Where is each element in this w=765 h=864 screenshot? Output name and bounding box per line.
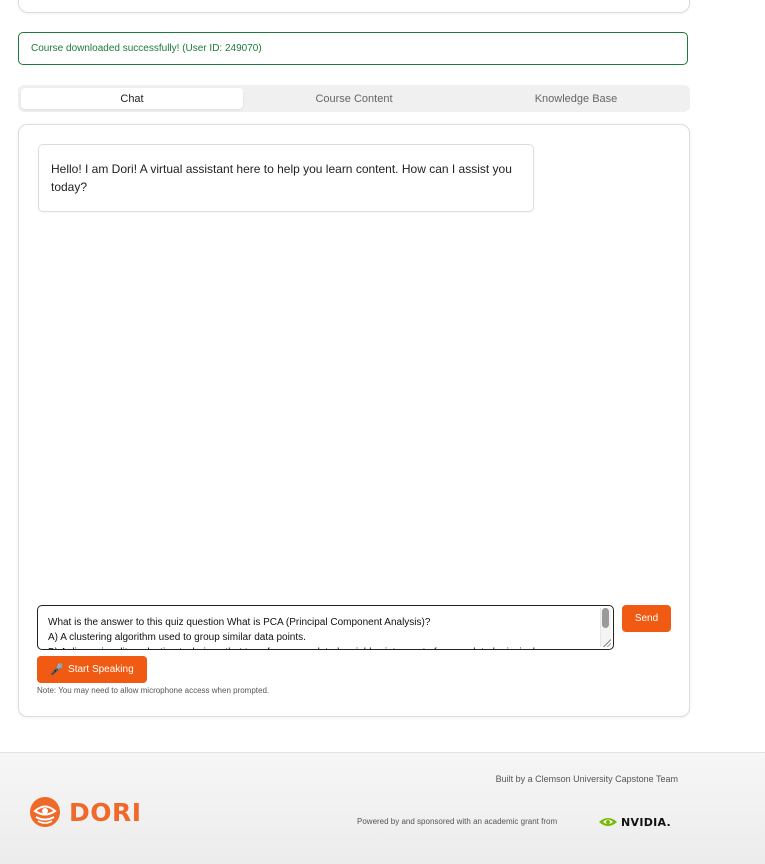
success-alert-text: Course downloaded successfully! (User ID… (31, 43, 262, 54)
send-button[interactable]: Send (622, 605, 671, 632)
message-input[interactable]: What is the answer to this quiz question… (38, 606, 598, 649)
microphone-note: Note: You may need to allow microphone a… (37, 686, 270, 695)
tab-knowledge-base[interactable]: Knowledge Base (465, 88, 687, 109)
dori-logo-icon (30, 797, 60, 827)
tab-chat[interactable]: Chat (21, 88, 243, 109)
nvidia-eye-icon (599, 818, 617, 826)
message-input-box[interactable]: What is the answer to this quiz question… (37, 605, 614, 650)
tab-course-content[interactable]: Course Content (243, 88, 465, 109)
chat-panel: Hello! I am Dori! A virtual assistant he… (18, 124, 690, 717)
nvidia-logo-text: NVIDIA. (621, 815, 672, 829)
start-speaking-button[interactable]: 🎤 Start Speaking (37, 656, 147, 683)
resize-handle[interactable] (603, 639, 611, 647)
footer: Built by a Clemson University Capstone T… (0, 752, 765, 864)
nvidia-logo: NVIDIA. (598, 815, 671, 829)
tab-bar: Chat Course Content Knowledge Base (18, 85, 690, 112)
dori-logo-text: DORI (69, 797, 142, 827)
built-by-text: Built by a Clemson University Capstone T… (495, 774, 678, 784)
assistant-message: Hello! I am Dori! A virtual assistant he… (38, 144, 534, 212)
dori-logo: DORI (29, 796, 142, 828)
start-speaking-label: Start Speaking (68, 664, 134, 675)
microphone-icon: 🎤 (50, 664, 65, 676)
scrollbar-thumb[interactable] (602, 608, 609, 628)
powered-by-text: Powered by and sponsored with an academi… (357, 817, 558, 826)
previous-card (18, 0, 690, 13)
success-alert: Course downloaded successfully! (User ID… (18, 32, 688, 65)
